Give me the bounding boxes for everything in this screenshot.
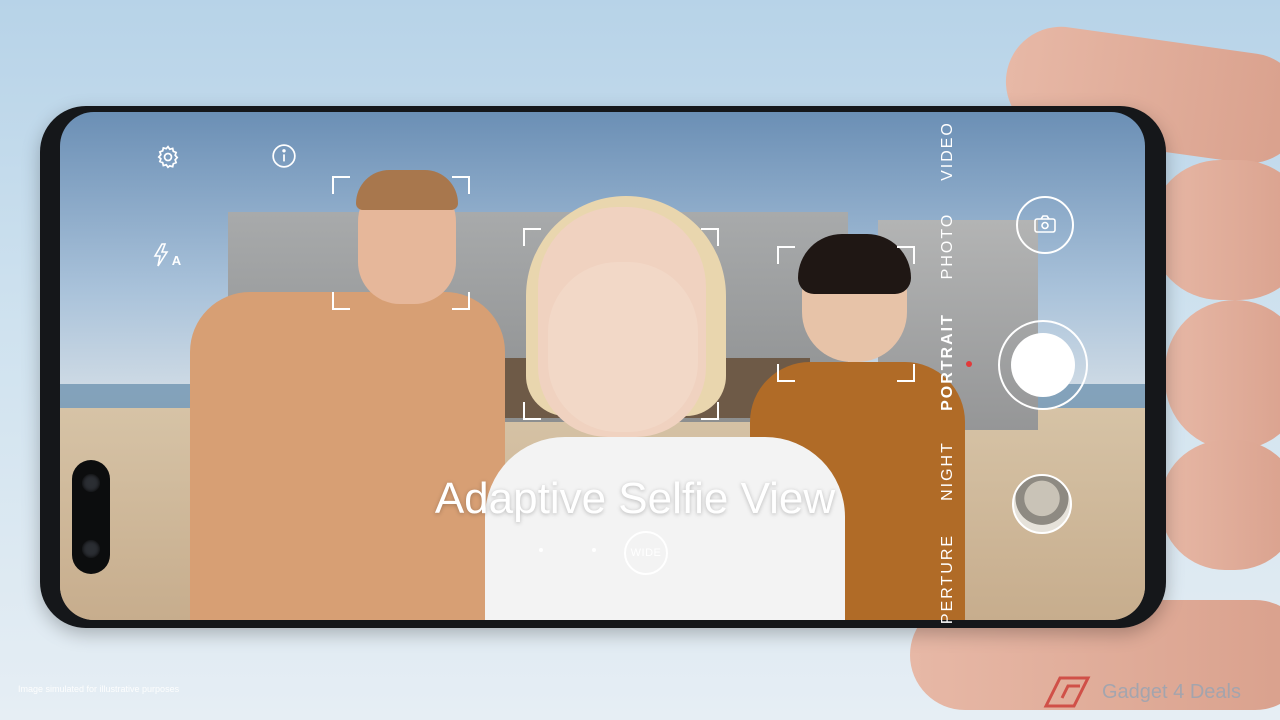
zoom-step-dot[interactable] bbox=[539, 548, 543, 552]
zoom-wide-button[interactable]: WIDE bbox=[624, 531, 668, 575]
watermark-logo-icon bbox=[1043, 676, 1091, 708]
feature-caption: Adaptive Selfie View bbox=[434, 474, 836, 523]
watermark: Gadget 4 Deals bbox=[1040, 672, 1241, 712]
mode-night[interactable]: NIGHT bbox=[939, 411, 957, 531]
hand-finger bbox=[1150, 160, 1280, 300]
person-center-body bbox=[485, 437, 845, 620]
front-camera-lens bbox=[82, 474, 100, 492]
flash-auto-icon[interactable]: A bbox=[150, 238, 184, 272]
shutter-button[interactable] bbox=[1011, 333, 1075, 397]
flash-mode-label: A bbox=[171, 252, 182, 268]
info-icon[interactable] bbox=[269, 141, 299, 171]
gallery-thumbnail[interactable] bbox=[1012, 474, 1072, 534]
hand-finger bbox=[1165, 300, 1280, 450]
face-focus-frame bbox=[332, 176, 470, 310]
mode-aperture[interactable]: PERTURE bbox=[939, 519, 957, 639]
hand-finger bbox=[1160, 440, 1280, 570]
mode-photo[interactable]: PHOTO bbox=[939, 186, 957, 306]
settings-icon[interactable] bbox=[153, 142, 183, 172]
zoom-step-dot[interactable] bbox=[592, 548, 596, 552]
switch-camera-button[interactable] bbox=[1016, 196, 1074, 254]
face-focus-frame bbox=[777, 246, 915, 382]
person-left-body bbox=[190, 292, 505, 620]
switch-camera-icon bbox=[1018, 198, 1072, 252]
front-camera-lens bbox=[82, 540, 100, 558]
watermark-text: Gadget 4 Deals bbox=[1102, 680, 1241, 703]
front-camera-cutout bbox=[72, 460, 110, 574]
face-focus-frame bbox=[523, 228, 719, 420]
disclaimer-text: Image simulated for illustrative purpose… bbox=[18, 684, 180, 694]
mode-portrait[interactable]: PORTRAIT bbox=[939, 302, 957, 422]
active-mode-indicator bbox=[966, 361, 972, 367]
